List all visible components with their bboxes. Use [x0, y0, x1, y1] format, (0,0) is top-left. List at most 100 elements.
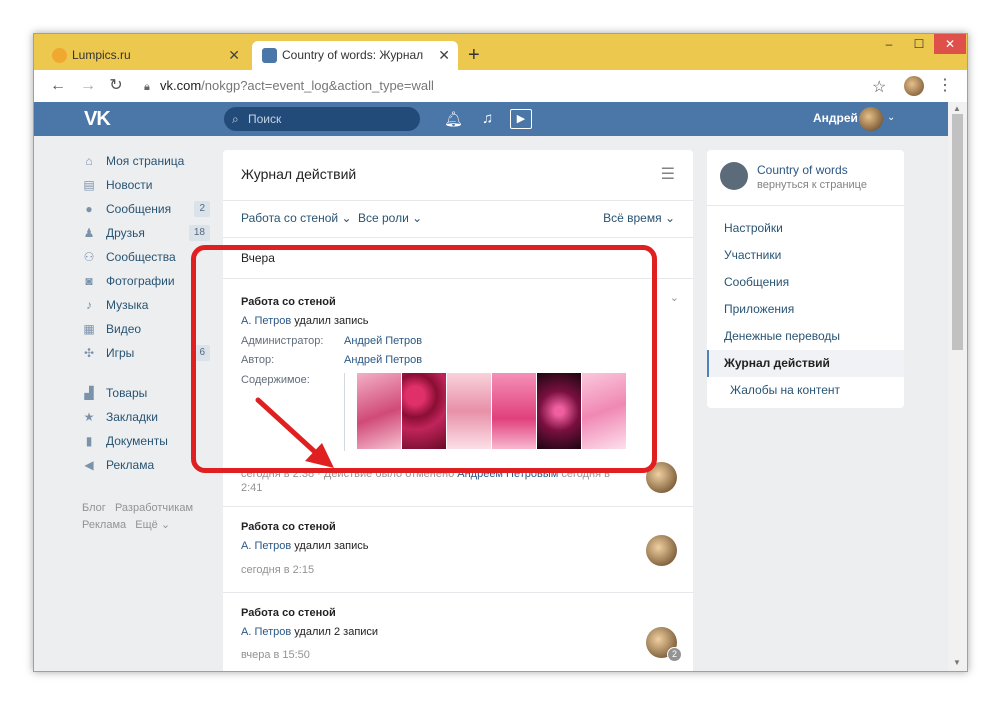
- entry-title: Работа со стеной: [241, 521, 336, 533]
- games-icon: ✣: [83, 346, 95, 360]
- action-text: удалил 2 записи: [291, 626, 379, 638]
- rp-item-event-log[interactable]: Журнал действий: [707, 350, 904, 377]
- profile-avatar[interactable]: [904, 76, 924, 96]
- rp-item-money-transfers[interactable]: Денежные переводы: [707, 323, 904, 350]
- left-footer: Блог Разработчикам Реклама Ещё ⌄: [82, 500, 193, 534]
- search-input[interactable]: ⌕ Поиск: [224, 107, 420, 131]
- chevron-down-icon[interactable]: ⌄: [670, 291, 679, 304]
- user-avatar[interactable]: [859, 107, 883, 131]
- tab-lumpics[interactable]: Lumpics.ru ✕: [42, 41, 248, 70]
- minimize-button[interactable]: –: [873, 34, 905, 54]
- list-menu-icon[interactable]: ☰: [661, 164, 675, 184]
- scrollbar-thumb[interactable]: [952, 114, 963, 350]
- music-icon: ♪: [86, 298, 92, 312]
- group-name[interactable]: Country of words: [757, 163, 848, 177]
- scroll-up-icon[interactable]: ▲: [953, 104, 961, 113]
- forward-icon[interactable]: →: [78, 76, 98, 96]
- rp-item-messages[interactable]: Сообщения: [707, 269, 904, 296]
- menu-label: Сообщества: [106, 250, 176, 264]
- chevron-down-icon: ⌄: [408, 211, 423, 225]
- vk-icon: [262, 48, 277, 63]
- menu-item-friends[interactable]: ♟ Друзья 18: [80, 221, 210, 245]
- back-icon[interactable]: ←: [48, 76, 68, 96]
- url-path: /nokgp?act=event_log&action_type=wall: [201, 78, 434, 93]
- log-entry: Работа со стеной А. Петров удалил запись…: [223, 506, 693, 592]
- scrollbar[interactable]: ▲ ▼: [948, 102, 967, 671]
- chevron-down-icon[interactable]: ⌄: [887, 112, 895, 123]
- play-icon[interactable]: ▶: [510, 109, 532, 129]
- music-note-icon[interactable]: ♫: [482, 110, 493, 127]
- group-avatar: [720, 162, 748, 190]
- rp-item-content-reports[interactable]: Жалобы на контент: [707, 377, 904, 404]
- menu-label: Товары: [106, 386, 148, 400]
- url-host: vk.com: [160, 78, 202, 93]
- menu-label: Видео: [106, 322, 142, 336]
- filter-label: Все роли: [358, 211, 409, 225]
- bookmarks-icon: ★: [83, 410, 95, 424]
- new-tab-button[interactable]: +: [468, 43, 480, 67]
- photos-icon: ◙: [85, 274, 93, 288]
- chevron-down-icon[interactable]: ⌄: [158, 519, 170, 531]
- menu-label: Друзья: [106, 226, 145, 240]
- bookmark-star-icon[interactable]: ☆: [872, 77, 886, 97]
- vk-header: VK ⌕ Поиск 🔔︎ ♫ ▶ Андрей ⌄: [34, 102, 948, 136]
- avatar[interactable]: [646, 535, 677, 566]
- page-title: Журнал действий: [241, 166, 357, 182]
- chevron-down-icon: ⌄: [338, 211, 352, 225]
- tab-vk-event-log[interactable]: Country of words: Журнал дейст ✕: [252, 41, 458, 91]
- actor-link[interactable]: А. Петров: [241, 626, 291, 638]
- menu-label: Сообщения: [106, 202, 172, 216]
- window-close-button[interactable]: ✕: [934, 34, 966, 54]
- action-text: удалил запись: [291, 540, 369, 552]
- entry-action: А. Петров удалил 2 записи: [241, 626, 378, 638]
- search-icon: ⌕: [232, 112, 239, 126]
- rp-item-members[interactable]: Участники: [707, 242, 904, 269]
- url-field[interactable]: 🔒︎ vk.com/nokgp?act=event_log&action_type…: [144, 76, 884, 96]
- filter-label: Всё время: [603, 211, 662, 225]
- reload-icon[interactable]: ↻: [106, 76, 126, 96]
- entry-title: Работа со стеной: [241, 607, 336, 619]
- footer-link-ads[interactable]: Реклама: [82, 519, 126, 531]
- lumpics-icon: [52, 48, 67, 63]
- menu-item-news[interactable]: ▤ Новости: [80, 173, 210, 197]
- tab-strip: Lumpics.ru ✕ Country of words: Журнал де…: [34, 34, 967, 91]
- filter-period[interactable]: Всё время ⌄: [603, 211, 675, 225]
- friends-icon: ♟: [83, 226, 95, 240]
- scroll-down-icon[interactable]: ▼: [953, 658, 961, 667]
- count-badge: 2: [194, 201, 210, 217]
- filter-roles[interactable]: Все роли ⌄: [358, 211, 422, 225]
- user-name[interactable]: Андрей: [813, 111, 858, 125]
- close-icon[interactable]: ✕: [228, 41, 240, 70]
- menu-item-messages[interactable]: ● Сообщения 2: [80, 197, 210, 221]
- cancel-time: 2:41: [241, 482, 263, 494]
- maximize-button[interactable]: ☐: [903, 34, 935, 54]
- back-to-page-link[interactable]: вернуться к странице: [757, 179, 867, 191]
- filter-action-type[interactable]: Работа со стеной ⌄: [241, 211, 352, 225]
- menu-dots-icon[interactable]: ⋮: [937, 75, 953, 95]
- actor-link[interactable]: А. Петров: [241, 540, 291, 552]
- footer-link-more[interactable]: Ещё: [135, 519, 158, 531]
- rp-item-settings[interactable]: Настройки: [707, 215, 904, 242]
- menu-label: Новости: [106, 178, 153, 192]
- address-bar: ← → ↻ 🔒︎ vk.com/nokgp?act=event_log&actio…: [34, 70, 967, 102]
- footer-link-dev[interactable]: Разработчикам: [115, 502, 193, 514]
- menu-label: Документы: [106, 434, 168, 448]
- filter-label: Работа со стеной: [241, 211, 339, 225]
- menu-label: Закладки: [106, 410, 158, 424]
- count-badge: 2: [667, 647, 682, 662]
- menu-label: Игры: [106, 346, 135, 360]
- close-icon[interactable]: ✕: [438, 41, 450, 70]
- menu-label: Реклама: [106, 458, 155, 472]
- menu-label: Музыка: [106, 298, 149, 312]
- rp-item-apps[interactable]: Приложения: [707, 296, 904, 323]
- vk-logo[interactable]: VK: [84, 108, 111, 131]
- panel-header: Журнал действий ☰: [223, 150, 693, 201]
- group-header[interactable]: Country of words вернуться к странице: [707, 150, 904, 206]
- chevron-down-icon: ⌄: [661, 211, 675, 225]
- footer-link-blog[interactable]: Блог: [82, 502, 106, 514]
- menu-item-my-page[interactable]: ⌂ Моя страница: [80, 149, 210, 173]
- ads-icon: ◀: [84, 458, 94, 472]
- search-placeholder: Поиск: [248, 112, 282, 126]
- bell-icon[interactable]: 🔔︎: [444, 110, 463, 128]
- video-icon: ▦: [83, 322, 95, 336]
